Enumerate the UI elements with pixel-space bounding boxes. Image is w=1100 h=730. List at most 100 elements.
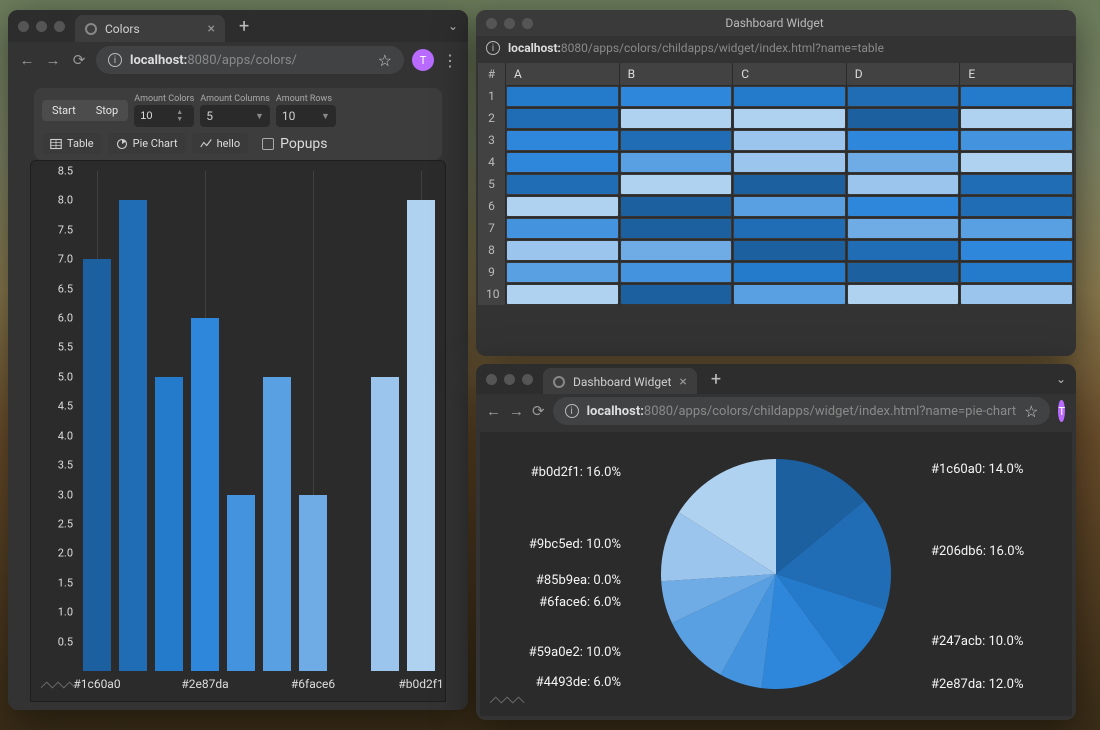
- color-cell[interactable]: [506, 173, 620, 195]
- column-header[interactable]: C: [733, 63, 847, 85]
- color-cell[interactable]: [733, 283, 847, 305]
- color-cell[interactable]: [847, 283, 961, 305]
- start-button[interactable]: Start: [42, 100, 86, 121]
- color-cell[interactable]: [506, 195, 620, 217]
- color-cell[interactable]: [960, 239, 1074, 261]
- back-button[interactable]: ←: [18, 51, 36, 69]
- popups-checkbox[interactable]: Popups: [262, 136, 327, 152]
- color-cell[interactable]: [733, 239, 847, 261]
- traffic-lights[interactable]: [486, 374, 533, 385]
- color-cell[interactable]: [506, 85, 620, 107]
- color-cell[interactable]: [506, 151, 620, 173]
- color-cell[interactable]: [733, 261, 847, 283]
- bookmark-star-icon[interactable]: ☆: [378, 51, 392, 70]
- color-cell[interactable]: [733, 217, 847, 239]
- color-cell[interactable]: [960, 261, 1074, 283]
- close-icon[interactable]: ×: [208, 21, 215, 37]
- address-bar[interactable]: i localhost:8080/apps/colors/childapps/w…: [553, 397, 1051, 425]
- color-cell[interactable]: [733, 151, 847, 173]
- chevron-down-icon[interactable]: ⌄: [448, 19, 458, 33]
- forward-button[interactable]: →: [509, 402, 524, 420]
- chevron-down-icon[interactable]: ⌄: [1056, 372, 1066, 386]
- bar[interactable]: [155, 377, 183, 671]
- color-cell[interactable]: [847, 195, 961, 217]
- column-header[interactable]: #: [478, 63, 506, 85]
- color-cell[interactable]: [960, 173, 1074, 195]
- bookmark-star-icon[interactable]: ☆: [1024, 402, 1038, 421]
- bar[interactable]: [299, 495, 327, 671]
- color-cell[interactable]: [847, 173, 961, 195]
- bar[interactable]: [191, 318, 219, 671]
- color-cell[interactable]: [620, 195, 734, 217]
- color-cell[interactable]: [620, 107, 734, 129]
- color-cell[interactable]: [847, 129, 961, 151]
- color-cell[interactable]: [847, 217, 961, 239]
- color-cell[interactable]: [733, 85, 847, 107]
- color-cell[interactable]: [733, 129, 847, 151]
- color-cell[interactable]: [960, 129, 1074, 151]
- address-bar[interactable]: i localhost:8080/apps/colors/ ☆: [96, 46, 404, 74]
- traffic-lights[interactable]: [18, 21, 65, 32]
- close-icon[interactable]: ×: [679, 374, 686, 390]
- color-cell[interactable]: [506, 217, 620, 239]
- color-cell[interactable]: [620, 217, 734, 239]
- profile-avatar[interactable]: T: [412, 49, 434, 71]
- color-cell[interactable]: [847, 107, 961, 129]
- reload-button[interactable]: ⟳: [70, 51, 88, 69]
- color-cell[interactable]: [847, 239, 961, 261]
- bar[interactable]: [119, 200, 147, 671]
- color-cell[interactable]: [960, 217, 1074, 239]
- color-cell[interactable]: [847, 261, 961, 283]
- bar[interactable]: [407, 200, 435, 671]
- info-icon[interactable]: i: [565, 404, 579, 418]
- color-cell[interactable]: [506, 129, 620, 151]
- column-header[interactable]: A: [506, 63, 620, 85]
- color-cell[interactable]: [733, 195, 847, 217]
- color-cell[interactable]: [620, 173, 734, 195]
- color-cell[interactable]: [506, 283, 620, 305]
- menu-dots-icon[interactable]: ⋮: [442, 51, 458, 70]
- browser-tab-colors[interactable]: Colors ×: [75, 15, 225, 42]
- color-cell[interactable]: [733, 173, 847, 195]
- column-header[interactable]: E: [960, 63, 1074, 85]
- color-cell[interactable]: [620, 129, 734, 151]
- color-cell[interactable]: [506, 261, 620, 283]
- forward-button[interactable]: →: [44, 51, 62, 69]
- color-cell[interactable]: [960, 195, 1074, 217]
- tab-hello[interactable]: hello: [192, 133, 249, 154]
- amount-rows-select[interactable]: 10 ▼: [276, 105, 336, 127]
- tab-pie-chart[interactable]: Pie Chart: [108, 133, 186, 154]
- profile-avatar[interactable]: T: [1058, 400, 1065, 422]
- color-cell[interactable]: [847, 151, 961, 173]
- info-icon[interactable]: i: [108, 53, 122, 67]
- back-button[interactable]: ←: [486, 402, 501, 420]
- color-cell[interactable]: [847, 85, 961, 107]
- info-icon[interactable]: i: [486, 41, 500, 55]
- traffic-lights[interactable]: [486, 18, 533, 29]
- color-cell[interactable]: [620, 283, 734, 305]
- reload-button[interactable]: ⟳: [532, 402, 545, 420]
- column-header[interactable]: B: [620, 63, 734, 85]
- color-cell[interactable]: [506, 239, 620, 261]
- color-cell[interactable]: [620, 151, 734, 173]
- bar[interactable]: [227, 495, 255, 671]
- tab-table[interactable]: Table: [42, 133, 102, 154]
- amount-columns-select[interactable]: 5 ▼: [200, 105, 270, 127]
- color-cell[interactable]: [960, 283, 1074, 305]
- new-tab-button[interactable]: +: [707, 369, 725, 390]
- color-cell[interactable]: [733, 107, 847, 129]
- color-cell[interactable]: [620, 239, 734, 261]
- amount-colors-input[interactable]: ▲▼: [134, 105, 194, 127]
- color-cell[interactable]: [620, 85, 734, 107]
- bar[interactable]: [371, 377, 399, 671]
- bar[interactable]: [83, 259, 111, 671]
- color-cell[interactable]: [960, 107, 1074, 129]
- browser-tab-widget[interactable]: Dashboard Widget ×: [543, 368, 697, 395]
- menu-dots-icon[interactable]: ⋮: [1073, 402, 1076, 421]
- new-tab-button[interactable]: +: [235, 16, 253, 37]
- color-cell[interactable]: [960, 151, 1074, 173]
- stop-button[interactable]: Stop: [86, 100, 128, 121]
- color-cell[interactable]: [506, 107, 620, 129]
- color-cell[interactable]: [960, 85, 1074, 107]
- bar[interactable]: [263, 377, 291, 671]
